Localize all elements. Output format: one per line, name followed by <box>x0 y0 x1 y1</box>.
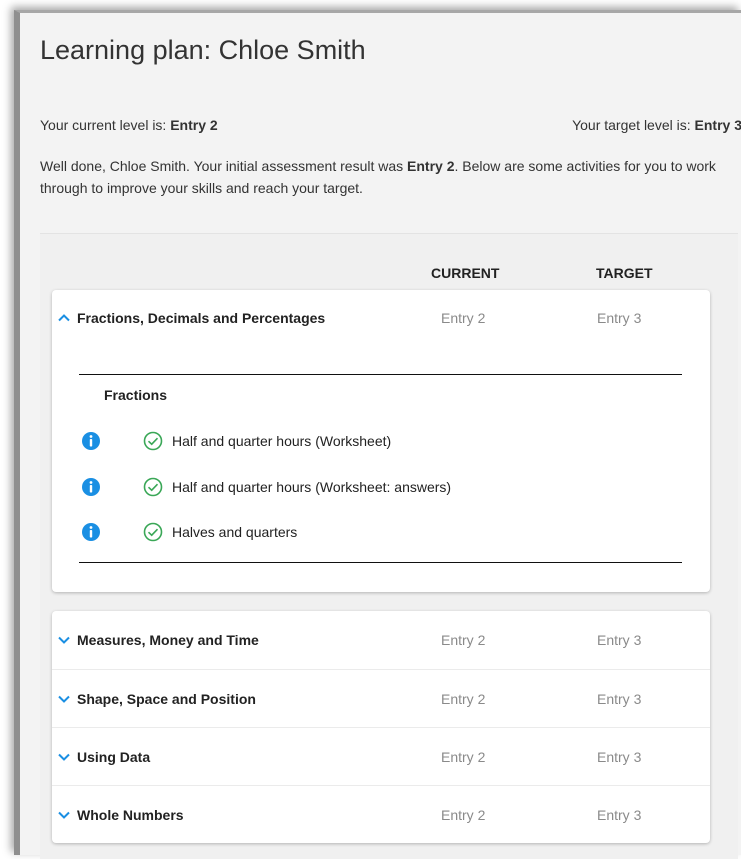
topic-row-using-data[interactable]: Using Data Entry 2 Entry 3 <box>52 727 710 786</box>
activity-item[interactable]: Half and quarter hours (Worksheet) <box>52 429 710 453</box>
intro-result: Entry 2 <box>407 158 455 174</box>
check-circle-icon <box>143 431 163 451</box>
topic-title: Shape, Space and Position <box>77 691 256 707</box>
topic-title: Measures, Money and Time <box>77 632 259 648</box>
topic-row-whole-numbers[interactable]: Whole Numbers Entry 2 Entry 3 <box>52 785 710 844</box>
target-column-header: TARGET <box>596 265 653 281</box>
topic-row-fractions[interactable]: Fractions, Decimals and Percentages Entr… <box>52 290 710 346</box>
topic-title: Using Data <box>77 749 151 765</box>
activity-link[interactable]: Half and quarter hours (Worksheet) <box>172 433 391 449</box>
current-level-prefix: Your current level is: <box>40 117 171 133</box>
check-circle-icon <box>143 477 163 497</box>
activity-link[interactable]: Half and quarter hours (Worksheet: answe… <box>172 479 451 495</box>
topic-current-level: Entry 2 <box>441 749 486 765</box>
target-level-text: Your target level is: Entry 3 <box>572 117 741 133</box>
info-icon[interactable] <box>81 431 101 451</box>
topic-target-level: Entry 3 <box>597 632 642 648</box>
topic-current-level: Entry 2 <box>441 310 486 326</box>
current-column-header: CURRENT <box>431 265 500 281</box>
activity-item[interactable]: Halves and quarters <box>52 520 710 544</box>
target-level-value: Entry 3 <box>694 117 741 133</box>
info-icon[interactable] <box>81 477 101 497</box>
current-level-value: Entry 2 <box>170 117 218 133</box>
topic-row-shape[interactable]: Shape, Space and Position Entry 2 Entry … <box>52 669 710 728</box>
topic-card-expanded: Fractions, Decimals and Percentages Entr… <box>52 290 710 592</box>
section-divider-bottom <box>79 562 682 563</box>
activity-item[interactable]: Half and quarter hours (Worksheet: answe… <box>52 475 710 499</box>
learning-plan-window: Learning plan: Chloe Smith Your current … <box>14 10 741 859</box>
chevron-down-icon[interactable] <box>57 633 71 647</box>
page-title: Learning plan: Chloe Smith <box>40 35 366 65</box>
chevron-down-icon[interactable] <box>57 750 71 764</box>
check-circle-icon <box>143 522 163 542</box>
topic-target-level: Entry 3 <box>597 807 642 823</box>
topic-title: Fractions, Decimals and Percentages <box>77 310 326 326</box>
chevron-down-icon[interactable] <box>57 692 71 706</box>
section-divider-top <box>79 374 682 375</box>
topic-target-level: Entry 3 <box>597 691 642 707</box>
topic-title: Whole Numbers <box>77 807 184 823</box>
section-title: Fractions <box>104 387 168 403</box>
intro-message: Well done, Chloe Smith. Your initial ass… <box>40 155 741 199</box>
topic-target-level: Entry 3 <box>597 310 642 326</box>
topic-current-level: Entry 2 <box>441 691 486 707</box>
topic-row-measures[interactable]: Measures, Money and Time Entry 2 Entry 3 <box>52 611 710 669</box>
topic-current-level: Entry 2 <box>441 632 486 648</box>
activity-link[interactable]: Halves and quarters <box>172 524 297 540</box>
target-level-prefix: Your target level is: <box>572 117 695 133</box>
info-icon[interactable] <box>81 522 101 542</box>
current-level-text: Your current level is: Entry 2 <box>40 117 218 133</box>
chevron-up-icon[interactable] <box>57 311 71 325</box>
topic-current-level: Entry 2 <box>441 807 486 823</box>
chevron-down-icon[interactable] <box>57 808 71 822</box>
intro-text-1: Well done, Chloe Smith. Your initial ass… <box>40 158 408 174</box>
topic-card-collapsed: Measures, Money and Time Entry 2 Entry 3… <box>52 611 710 843</box>
topic-target-level: Entry 3 <box>597 749 642 765</box>
